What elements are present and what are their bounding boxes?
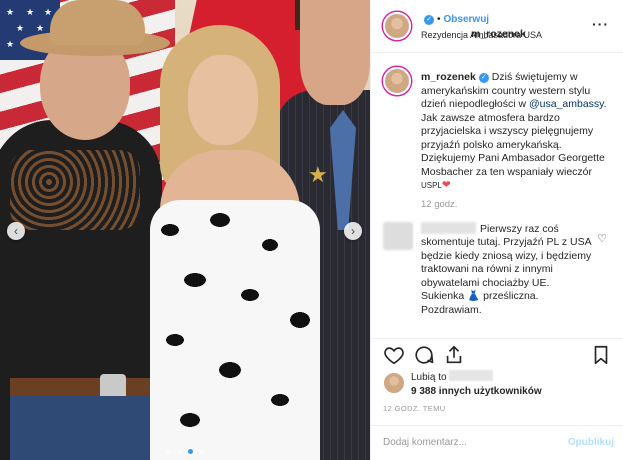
heart-outline-icon[interactable]: ♡ (597, 232, 607, 245)
post-header: m_rozenek ✓ • Obserwuj Rezydencja Ambasador… (371, 0, 623, 53)
post-timestamp: 12 GODZ. TEMU (383, 404, 446, 413)
next-photo-button[interactable]: › (344, 222, 362, 240)
verified-icon: ✓ (424, 15, 434, 25)
previous-photo-button[interactable]: ‹ (7, 222, 25, 240)
likes-text: Lubią to 9 388 innych użytkowników (411, 370, 542, 399)
man-right-face (300, 0, 370, 105)
caption-text: m_rozenek ✓ Dziś świętujemy w amerykański… (421, 71, 611, 193)
action-bar (371, 338, 623, 368)
likes-prefix: Lubią to (411, 372, 447, 383)
publish-button[interactable]: Opublikuj (568, 437, 614, 448)
carousel-dot (177, 449, 183, 454)
avatar[interactable] (383, 67, 411, 95)
caption-username[interactable]: m_rozenek (421, 71, 476, 83)
mention-link[interactable]: @usa_ambassy (529, 98, 604, 110)
carousel-dot-active (187, 449, 193, 454)
comment-input[interactable] (383, 437, 553, 448)
red-heart-icon: ❤ (441, 179, 451, 191)
add-comment-bar: Opublikuj (371, 425, 623, 460)
separator-dot: • (437, 14, 441, 25)
belt (10, 378, 150, 396)
post-photo[interactable]: ★★★ ★★ ★★★ ★ ‹ › (0, 0, 370, 460)
carousel-dots (0, 446, 370, 457)
location-link[interactable]: Rezydencja Ambasadora USA (421, 30, 542, 40)
cow-print-dress (150, 200, 320, 460)
comment-body: Pierwszy raz coś skomentuje tutaj. Przyj… (421, 222, 592, 316)
shirt-embroidery (10, 150, 140, 230)
avatar[interactable] (383, 12, 411, 40)
commenter-avatar-blurred[interactable] (383, 221, 413, 250)
likes-row: Lubią to 9 388 innych użytkowników (371, 370, 623, 400)
post-side-panel: m_rozenek ✓ • Obserwuj Rezydencja Ambasador… (370, 0, 623, 460)
commenter-name-blurred[interactable] (421, 221, 476, 234)
carousel-dot (166, 449, 172, 454)
follow-button[interactable]: Obserwuj (444, 14, 490, 25)
verified-icon: ✓ (478, 73, 489, 83)
liker-name-blurred[interactable] (449, 370, 494, 381)
caption-block: m_rozenek ✓ Dziś świętujemy w amerykański… (371, 53, 623, 210)
caption-time: 12 godz. (421, 198, 458, 210)
likes-count[interactable]: 9 388 innych użytkowników (411, 386, 542, 397)
liker-avatar[interactable] (383, 372, 405, 394)
share-icon[interactable] (443, 344, 465, 366)
bookmark-icon[interactable] (590, 344, 612, 366)
cowboy-hat-crown (50, 0, 145, 45)
comment-icon[interactable] (413, 344, 435, 366)
comment-text: Pierwszy raz coś skomentuje tutaj. Przyj… (421, 221, 595, 318)
header-line: m_rozenek ✓ • Obserwuj (421, 14, 526, 40)
more-options-icon[interactable]: ··· (592, 16, 609, 32)
comment: Pierwszy raz coś skomentuje tutaj. Przyj… (371, 210, 623, 318)
heart-icon[interactable] (383, 344, 405, 366)
woman-face (188, 55, 258, 145)
carousel-dot (198, 449, 204, 454)
caption-tag: USPL (421, 181, 442, 190)
sheriff-star-badge: ★ (308, 162, 328, 187)
